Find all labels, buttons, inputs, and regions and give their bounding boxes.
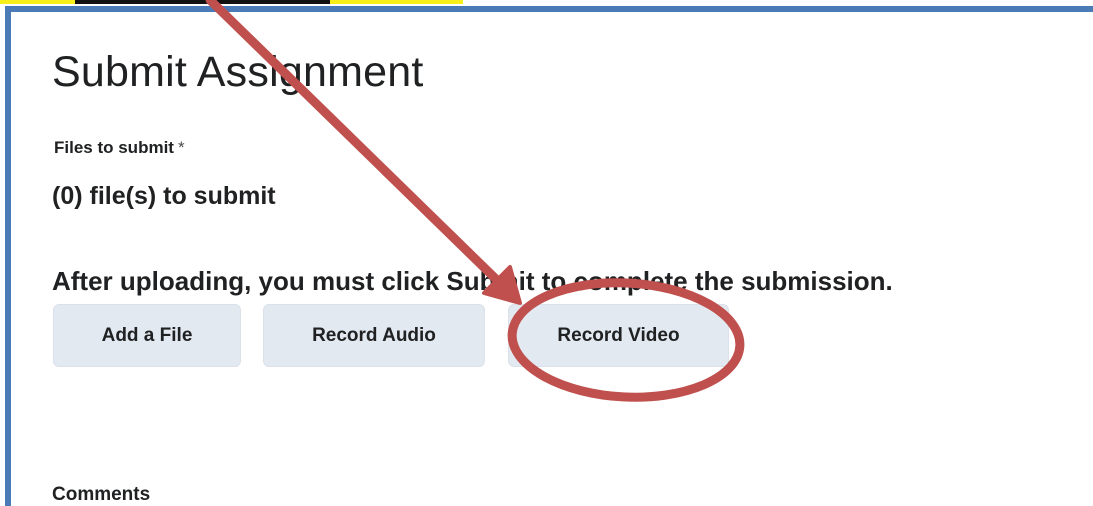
record-video-button[interactable]: Record Video <box>508 304 729 367</box>
files-to-submit-label: Files to submit * <box>54 138 185 158</box>
comments-label: Comments <box>52 484 151 505</box>
submit-notice: After uploading, you must click Submit t… <box>52 266 893 296</box>
highlight-mark <box>0 0 75 4</box>
files-to-submit-text: Files to submit <box>54 138 174 157</box>
required-marker: * <box>177 138 185 157</box>
record-audio-button[interactable]: Record Audio <box>263 304 485 367</box>
highlight-mark <box>330 0 463 4</box>
add-file-button[interactable]: Add a File <box>53 304 241 367</box>
page-title: Submit Assignment <box>52 48 424 96</box>
top-highlight-strip <box>0 0 1093 4</box>
highlight-mark-dark <box>75 0 330 4</box>
files-count: (0) file(s) to submit <box>52 182 276 210</box>
